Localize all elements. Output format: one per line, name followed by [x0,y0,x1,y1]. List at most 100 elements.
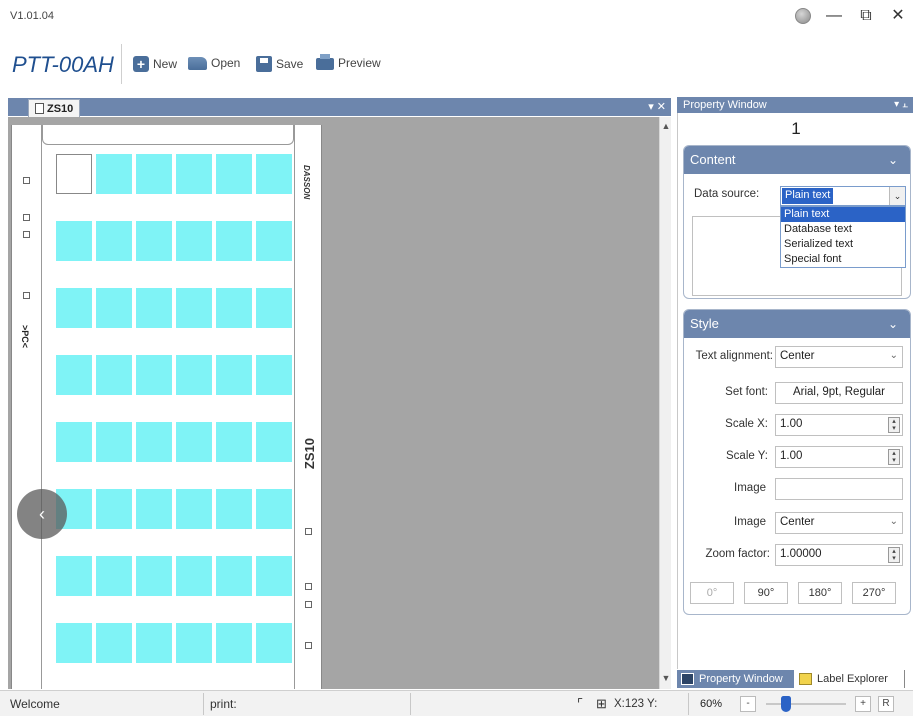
label-cell[interactable] [176,154,212,194]
label-cell[interactable] [216,355,252,395]
label-sheet[interactable]: >PC< DASSON ZS10 [11,125,322,689]
label-cell[interactable] [176,355,212,395]
grid-icon[interactable]: ⊞ [596,691,607,716]
label-cell[interactable] [256,422,292,462]
label-cell[interactable] [56,422,92,462]
label-cell[interactable] [256,154,292,194]
label-cell[interactable] [176,422,212,462]
label-cell[interactable] [216,422,252,462]
open-button[interactable]: Open [188,56,240,70]
label-cell[interactable] [96,288,132,328]
tab-label-explorer[interactable]: Label Explorer [795,670,905,688]
zoom-factor-input[interactable]: 1.00000 ▴ ▾ [775,544,903,566]
globe-icon[interactable] [795,8,811,24]
label-cell[interactable] [216,221,252,261]
label-cell[interactable] [56,556,92,596]
collapse-nav-button[interactable]: ‹ [17,489,67,539]
design-canvas[interactable]: >PC< DASSON ZS10 ‹ [8,117,659,689]
label-cell[interactable] [176,221,212,261]
image-align-select[interactable]: Center ⌄ [775,512,903,534]
new-button[interactable]: + New [133,56,177,72]
document-tab[interactable]: ZS10 [28,99,80,117]
label-cell[interactable] [136,623,172,663]
label-cell[interactable] [136,422,172,462]
label-cell[interactable] [136,221,172,261]
label-cell[interactable] [136,489,172,529]
scale-x-input[interactable]: 1.00 ▴ ▾ [775,414,903,436]
image-input[interactable] [775,478,903,500]
label-cell[interactable] [56,221,92,261]
label-cell[interactable] [176,489,212,529]
content-panel-header[interactable]: Content ⌄ [684,146,910,174]
save-button[interactable]: Save [256,56,303,72]
pin-icon[interactable]: ▾ ⫠ [894,97,908,113]
chevron-down-icon[interactable]: ⌄ [888,310,898,338]
zoom-out-button[interactable]: - [740,696,756,712]
spin-icon[interactable]: ▴ ▾ [888,547,900,563]
minimize-button[interactable]: — [825,8,843,24]
scale-y-row: Scale Y: [688,450,768,462]
canvas-scrollbar[interactable]: ▲ ▼ [659,117,671,689]
text-alignment-select[interactable]: Center ⌄ [775,346,903,368]
style-panel-header[interactable]: Style ⌄ [684,310,910,338]
spin-icon[interactable]: ▴ ▾ [888,417,900,433]
align-icon[interactable]: ⌜ [577,691,583,716]
label-cell[interactable] [176,556,212,596]
label-cell[interactable] [216,154,252,194]
tab-property-window[interactable]: Property Window [677,670,794,688]
label-cell[interactable] [256,221,292,261]
document-tab-controls[interactable]: ▾ ✕ [648,100,666,113]
label-cell[interactable] [96,355,132,395]
label-cell[interactable] [176,288,212,328]
data-source-dropdown[interactable]: Plain text Database text Serialized text… [780,206,906,268]
label-cell[interactable] [256,623,292,663]
zoom-slider-track[interactable] [766,703,846,705]
label-cell[interactable] [56,355,92,395]
scale-y-value: 1.00 [780,450,803,462]
rotate-90-button[interactable]: 90° [744,582,788,604]
label-cell[interactable] [256,288,292,328]
data-source-select[interactable]: Plain text ⌄ [780,186,906,206]
chevron-down-icon[interactable]: ⌄ [889,187,905,205]
scale-y-input[interactable]: 1.00 ▴ ▾ [775,446,903,468]
set-font-button[interactable]: Arial, 9pt, Regular [775,382,903,404]
label-cell[interactable] [256,556,292,596]
dropdown-option[interactable]: Serialized text [781,237,905,252]
rotate-270-button[interactable]: 270° [852,582,896,604]
label-cell[interactable] [136,154,172,194]
zoom-slider-thumb[interactable] [781,696,791,712]
rotate-180-button[interactable]: 180° [798,582,842,604]
spin-icon[interactable]: ▴ ▾ [888,449,900,465]
scroll-up-icon[interactable]: ▲ [660,121,672,135]
label-cell[interactable] [216,556,252,596]
restore-button[interactable]: ⧉ [857,8,875,24]
label-cell[interactable] [256,355,292,395]
zoom-in-button[interactable]: + [855,696,871,712]
preview-button[interactable]: Preview [316,54,381,70]
label-cell[interactable] [96,154,132,194]
label-cell[interactable] [96,422,132,462]
dropdown-option[interactable]: Special font [781,252,905,267]
label-cell[interactable] [216,489,252,529]
label-cell[interactable] [216,623,252,663]
label-cell[interactable] [96,489,132,529]
label-cell[interactable] [96,623,132,663]
label-cell-selected[interactable] [56,154,92,194]
label-cell[interactable] [216,288,252,328]
label-cell[interactable] [56,623,92,663]
scroll-down-icon[interactable]: ▼ [660,673,672,687]
dropdown-option[interactable]: Plain text [781,207,905,222]
label-cell[interactable] [96,221,132,261]
label-cell[interactable] [96,556,132,596]
label-cell[interactable] [176,623,212,663]
close-button[interactable]: ✕ [889,8,907,24]
label-cell[interactable] [136,355,172,395]
chevron-down-icon[interactable]: ⌄ [888,146,898,174]
label-cell[interactable] [56,288,92,328]
rotate-0-button[interactable]: 0° [690,582,734,604]
label-cell[interactable] [136,288,172,328]
label-cell[interactable] [256,489,292,529]
dropdown-option[interactable]: Database text [781,222,905,237]
zoom-reset-button[interactable]: R [878,696,894,712]
label-cell[interactable] [136,556,172,596]
